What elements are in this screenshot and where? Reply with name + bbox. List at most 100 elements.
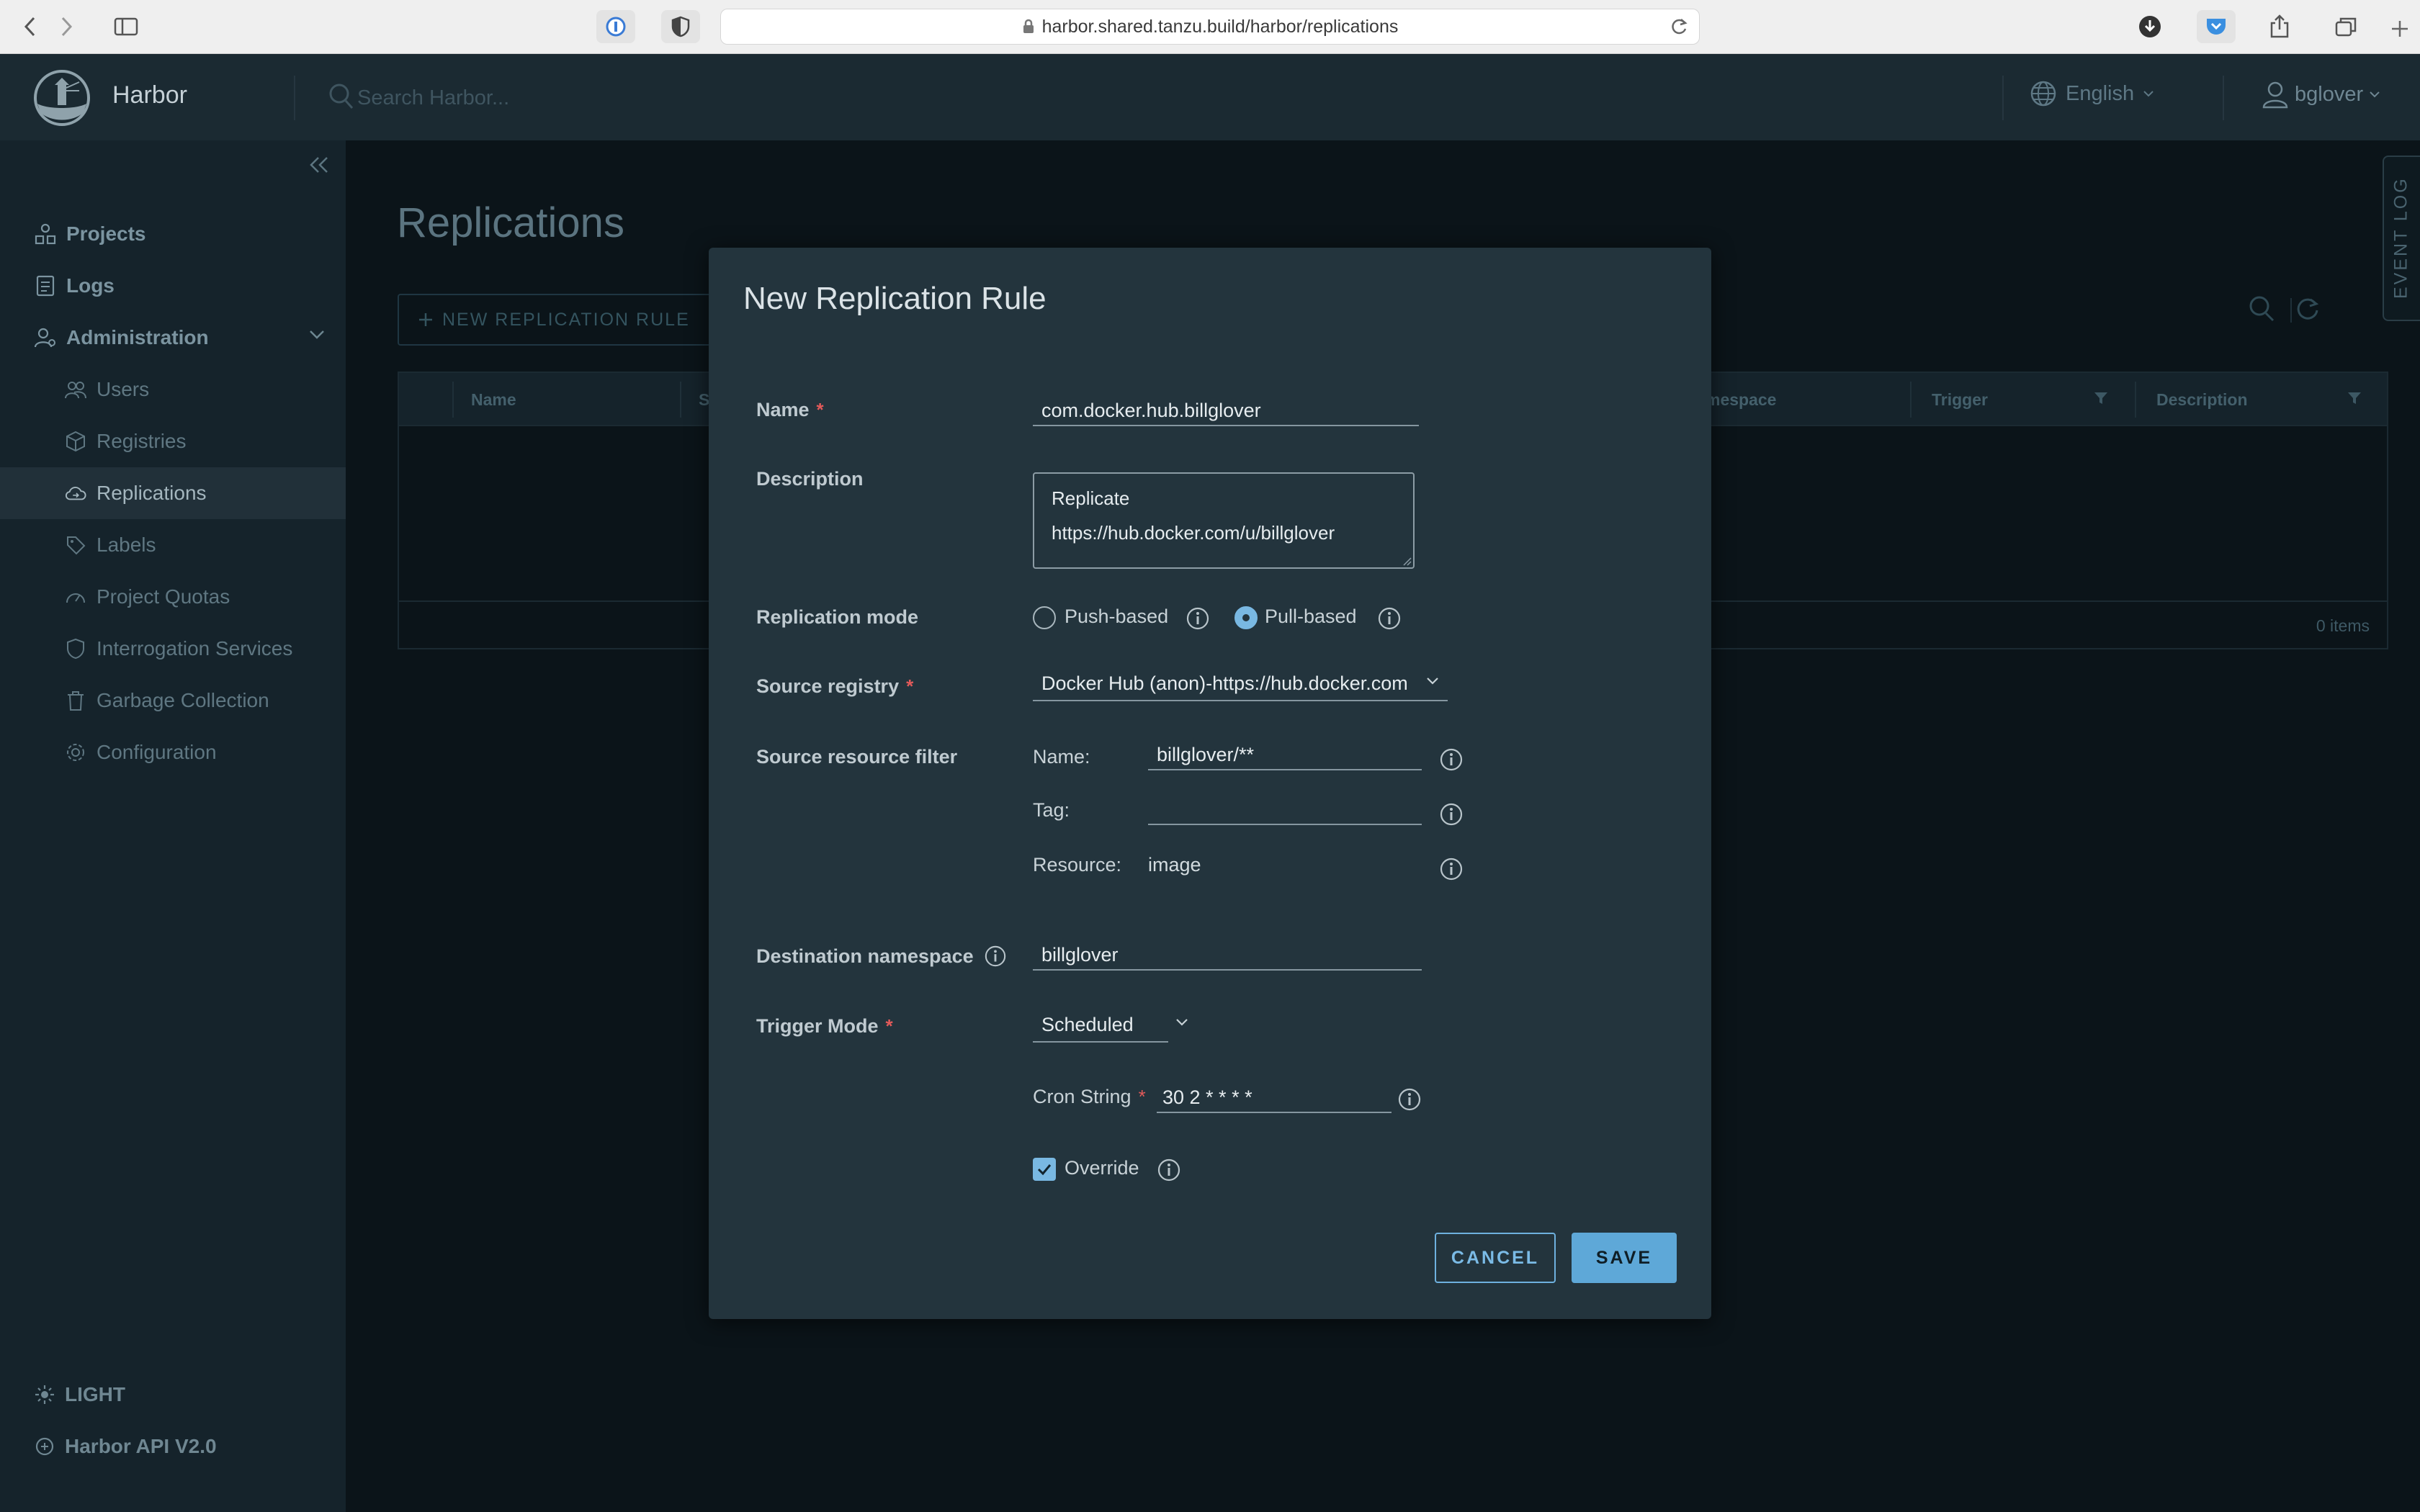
override-label[interactable]: Override: [1065, 1157, 1139, 1179]
column-divider: [2135, 382, 2136, 418]
api-icon: [35, 1436, 55, 1457]
sidebar-item-logs[interactable]: Logs: [0, 260, 346, 312]
lock-icon: [1022, 19, 1035, 35]
source-filter-label: Source resource filter: [756, 746, 958, 768]
chevron-down-icon[interactable]: [1175, 1018, 1188, 1027]
info-icon[interactable]: [984, 945, 1007, 968]
info-icon[interactable]: [1439, 802, 1464, 827]
cron-string-input[interactable]: [1157, 1080, 1392, 1113]
shield-icon: [65, 638, 86, 660]
pull-based-label[interactable]: Pull-based: [1265, 606, 1357, 628]
required-marker: *: [906, 675, 914, 697]
source-registry-select[interactable]: Docker Hub (anon)-https://hub.docker.com: [1033, 667, 1448, 701]
url-text: harbor.shared.tanzu.build/harbor/replica…: [1041, 16, 1399, 37]
user-menu[interactable]: bglover: [2262, 80, 2380, 109]
label-text: Source registry: [756, 675, 900, 697]
save-button[interactable]: SAVE: [1572, 1233, 1677, 1283]
language-selector[interactable]: English: [2030, 80, 2154, 107]
sidebar-item-projects[interactable]: Projects: [0, 208, 346, 260]
cancel-button[interactable]: CANCEL: [1435, 1233, 1556, 1283]
chevron-down-icon: [2143, 90, 2154, 97]
tabs-overview-icon[interactable]: [2328, 10, 2364, 43]
sidebar-item-labels[interactable]: Labels: [0, 519, 346, 571]
sidebar-item-project-quotas[interactable]: Project Quotas: [0, 571, 346, 623]
push-based-label[interactable]: Push-based: [1065, 606, 1168, 628]
administration-icon: [35, 327, 56, 348]
sidebar-item-label: Configuration: [97, 741, 217, 763]
username: bglover: [2295, 82, 2364, 106]
info-icon[interactable]: [1439, 747, 1464, 772]
name-label: Name *: [756, 399, 824, 421]
address-bar[interactable]: harbor.shared.tanzu.build/harbor/replica…: [720, 9, 1700, 45]
info-icon[interactable]: [1186, 606, 1210, 631]
filter-icon[interactable]: [2347, 390, 2362, 406]
api-link[interactable]: Harbor API V2.0: [35, 1435, 217, 1458]
required-marker: *: [885, 1015, 893, 1037]
labels-icon: [65, 534, 86, 556]
forward-icon[interactable]: [52, 10, 81, 43]
info-icon[interactable]: [1157, 1158, 1181, 1182]
sidebar-item-administration[interactable]: Administration: [0, 312, 346, 364]
sidebar-item-interrogation-services[interactable]: Interrogation Services: [0, 623, 346, 675]
privacy-shield-icon[interactable]: [661, 10, 700, 43]
search-input[interactable]: [356, 80, 860, 116]
reload-icon[interactable]: [1669, 17, 1689, 37]
name-input[interactable]: [1033, 393, 1419, 426]
description-label: Description: [756, 468, 864, 490]
sidebar-item-replications[interactable]: Replications: [0, 467, 346, 519]
gear-icon: [65, 742, 86, 763]
theme-toggle[interactable]: LIGHT: [35, 1383, 125, 1406]
language-label: English: [2066, 81, 2135, 105]
pull-based-radio[interactable]: [1234, 606, 1258, 629]
search-icon[interactable]: [2247, 294, 2276, 323]
refresh-icon[interactable]: [2293, 294, 2322, 323]
override-checkbox[interactable]: [1033, 1158, 1056, 1181]
password-manager-icon[interactable]: [596, 10, 635, 43]
downloads-icon[interactable]: [2133, 10, 2166, 43]
new-tab-icon[interactable]: [2390, 19, 2410, 39]
column-trigger[interactable]: Trigger: [1932, 390, 1988, 410]
column-divider: [680, 382, 681, 418]
column-divider: [1910, 382, 1912, 418]
filter-icon[interactable]: [2093, 390, 2109, 406]
sidebar-item-label: Garbage Collection: [97, 689, 269, 711]
quotas-icon: [65, 586, 86, 608]
globe-icon: [2030, 80, 2057, 107]
projects-icon: [35, 223, 56, 245]
filter-name-input[interactable]: [1148, 737, 1422, 770]
sidebar-item-users[interactable]: Users: [0, 364, 346, 415]
sidebar-item-garbage-collection[interactable]: Garbage Collection: [0, 675, 346, 726]
trigger-mode-select[interactable]: Scheduled: [1033, 1008, 1168, 1043]
chevron-down-icon: [1426, 677, 1439, 685]
sidebar-item-label: Administration: [66, 326, 209, 348]
description-textarea[interactable]: Replicate https://hub.docker.com/u/billg…: [1033, 472, 1415, 569]
column-namespace[interactable]: mespace: [1706, 390, 1776, 410]
replications-icon: [65, 482, 86, 504]
event-log-label[interactable]: EVENT LOG: [2384, 158, 2419, 317]
column-name[interactable]: Name: [471, 390, 516, 410]
brand-name[interactable]: Harbor: [112, 81, 187, 109]
pocket-icon[interactable]: [2197, 10, 2236, 43]
header-divider: [294, 76, 295, 120]
column-description[interactable]: Description: [2156, 390, 2248, 410]
user-icon: [2262, 80, 2289, 109]
label-text: Cron String: [1033, 1086, 1131, 1107]
resize-handle-icon[interactable]: [1402, 556, 1412, 566]
sidebar: Projects Logs Administration Users Regis…: [0, 140, 346, 1512]
collapse-sidebar-icon[interactable]: [308, 155, 330, 175]
info-icon[interactable]: [1397, 1087, 1422, 1112]
trigger-mode-label: Trigger Mode *: [756, 1015, 893, 1038]
share-icon[interactable]: [2262, 10, 2298, 43]
new-replication-rule-button[interactable]: NEW REPLICATION RULE: [398, 294, 714, 346]
sidebar-toggle-icon[interactable]: [101, 10, 151, 43]
filter-tag-input[interactable]: [1148, 792, 1422, 825]
back-icon[interactable]: [16, 10, 45, 43]
destination-namespace-input[interactable]: [1033, 937, 1422, 971]
sidebar-item-registries[interactable]: Registries: [0, 415, 346, 467]
sidebar-item-configuration[interactable]: Configuration: [0, 726, 346, 778]
selected-value: Scheduled: [1041, 1013, 1134, 1035]
info-icon[interactable]: [1439, 857, 1464, 881]
push-based-radio[interactable]: [1033, 606, 1056, 629]
info-icon[interactable]: [1377, 606, 1402, 631]
harbor-logo-icon[interactable]: [33, 69, 91, 127]
